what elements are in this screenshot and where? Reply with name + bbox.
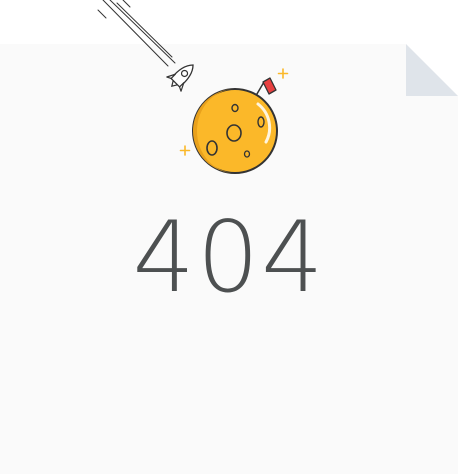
moon-icon: [192, 88, 278, 174]
rocket-trail: [97, 0, 176, 67]
error-code-heading: 404: [132, 201, 326, 315]
rocket-icon: [166, 64, 194, 92]
space-illustration: [97, 0, 289, 174]
